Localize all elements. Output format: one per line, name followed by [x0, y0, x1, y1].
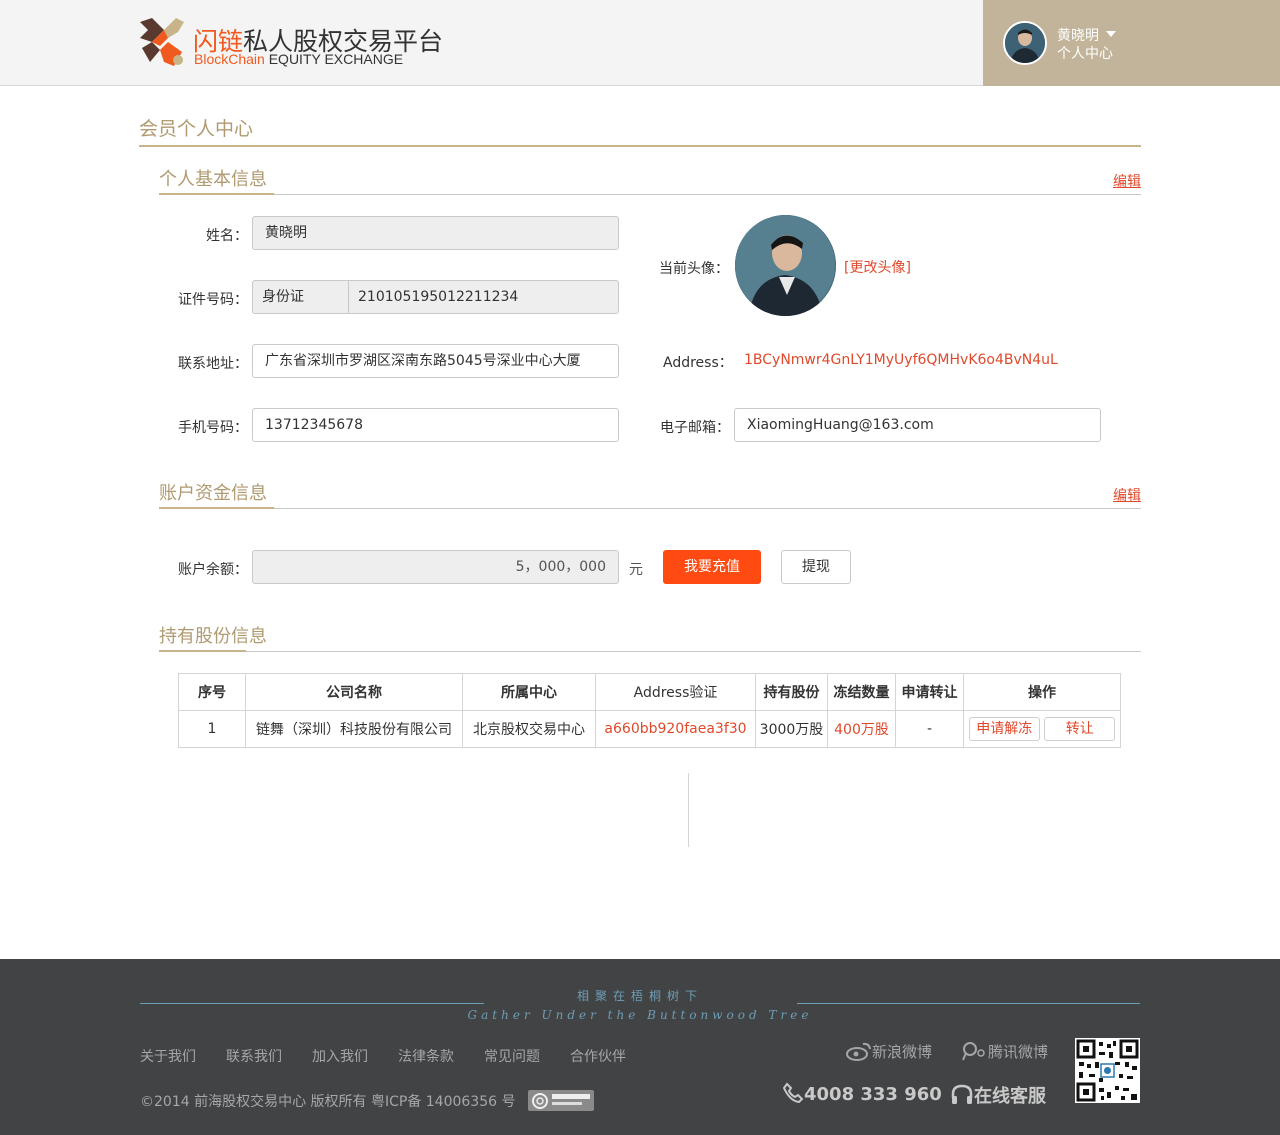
id-label: 证件号码： — [178, 292, 248, 308]
unfreeze-button[interactable]: 申请解冻 — [968, 717, 1040, 741]
user-menu[interactable]: 黄晓明 个人中心 — [983, 0, 1280, 86]
page-title-divider — [139, 145, 1141, 147]
cell-actions: 申请解冻 转让 — [963, 710, 1121, 748]
section-underline — [159, 507, 274, 509]
hotline: 4008 333 960 — [782, 1082, 942, 1105]
logo-en-highlight: BlockChain — [194, 51, 265, 67]
footer-link-faq[interactable]: 常见问题 — [484, 1046, 540, 1066]
page-title: 会员个人中心 — [139, 118, 254, 140]
col-header-address: Address验证 — [595, 673, 756, 711]
email-input[interactable]: XiaomingHuang@163.com — [734, 408, 1101, 442]
id-number: 210105195012211234 — [358, 289, 519, 305]
footer: 相聚在梧桐树下 Gather Under the Buttonwood Tree… — [0, 959, 1280, 1135]
avatar-label: 当前头像： — [659, 261, 729, 277]
blockchain-address-value: 1BCyNmwr4GnLY1MyUyf6QMHvK6o4BvN4uL — [744, 352, 1058, 368]
name-label: 姓名： — [206, 228, 248, 244]
cell-center: 北京股权交易中心 — [462, 710, 596, 748]
logo-title-en: BlockChain EQUITY EXCHANGE — [194, 51, 403, 67]
phone-icon — [782, 1082, 804, 1104]
divider-line — [688, 773, 689, 847]
cell-frozen: 400万股 — [827, 710, 896, 748]
footer-link-join[interactable]: 加入我们 — [312, 1046, 368, 1066]
avatar-portrait-icon — [735, 215, 836, 316]
cell-company: 链舞（深圳）科技股份有限公司 — [245, 710, 463, 748]
change-avatar-link[interactable]: [更改头像] — [844, 257, 911, 277]
edit-funds-link[interactable]: 编辑 — [1113, 485, 1141, 505]
footer-link-partners[interactable]: 合作伙伴 — [570, 1046, 626, 1066]
slogan-en: Gather Under the Buttonwood Tree — [467, 1008, 813, 1022]
balance-field: 5，000，000 — [252, 550, 619, 584]
id-field: 身份证 210105195012211234 — [252, 280, 619, 314]
footer-link-contact[interactable]: 联系我们 — [226, 1046, 282, 1066]
footer-link-legal[interactable]: 法律条款 — [398, 1046, 454, 1066]
cell-address: a660bb920faea3f30 — [595, 710, 756, 748]
col-header-held: 持有股份 — [755, 673, 828, 711]
section-underline — [159, 193, 274, 195]
top-header: 闪链私人股权交易平台 BlockChain EQUITY EXCHANGE 黄晓… — [0, 0, 1280, 86]
section-underline — [159, 650, 246, 652]
section-title-shares: 持有股份信息 — [159, 626, 267, 647]
phone-input[interactable]: 13712345678 — [252, 408, 619, 442]
hotline-number: 4008 333 960 — [804, 1084, 942, 1105]
col-header-transfer-apply: 申请转让 — [895, 673, 964, 711]
online-service-label: 在线客服 — [974, 1086, 1046, 1107]
footer-link-about[interactable]: 关于我们 — [140, 1046, 196, 1066]
id-type: 身份证 — [253, 281, 349, 313]
chevron-down-icon[interactable] — [1106, 31, 1116, 37]
cell-index: 1 — [178, 710, 246, 748]
user-avatar[interactable] — [1003, 21, 1047, 65]
col-header-frozen: 冻结数量 — [827, 673, 896, 711]
currency-unit: 元 — [629, 562, 643, 578]
blockchain-address-label: Address： — [663, 355, 733, 371]
avatar-portrait-icon — [1005, 23, 1045, 63]
table-header-row: 序号 公司名称 所属中心 Address验证 持有股份 冻结数量 申请转让 操作 — [178, 673, 1121, 711]
sina-weibo-link[interactable]: 新浪微博 — [846, 1041, 932, 1062]
cell-transfer-apply: - — [895, 710, 964, 748]
name-field: 黄晓明 — [252, 216, 619, 250]
trusted-site-badge-icon[interactable] — [528, 1090, 594, 1111]
section-title-basic: 个人基本信息 — [159, 169, 267, 190]
section-divider — [159, 508, 1141, 509]
online-service-link[interactable]: 在线客服 — [950, 1082, 1046, 1108]
logo-en-rest: EQUITY EXCHANGE — [268, 51, 404, 67]
copyright: ©2014 前海股权交易中心 版权所有 粤ICP备 14006356 号 — [140, 1094, 516, 1110]
contact-address-input[interactable]: 广东省深圳市罗湖区深南东路5045号深业中心大厦 — [252, 344, 619, 378]
tencent-weibo-link[interactable]: 腾讯微博 — [960, 1041, 1048, 1062]
recharge-button[interactable]: 我要充值 — [663, 550, 761, 584]
phone-label: 手机号码： — [178, 420, 248, 436]
col-header-actions: 操作 — [963, 673, 1121, 711]
user-name[interactable]: 黄晓明 — [1057, 25, 1099, 45]
email-label: 电子邮箱： — [660, 420, 730, 436]
table-row: 1 链舞（深圳）科技股份有限公司 北京股权交易中心 a660bb920faea3… — [178, 710, 1121, 748]
section-divider — [159, 194, 1141, 195]
sina-weibo-label: 新浪微博 — [872, 1043, 933, 1061]
slogan-cn: 相聚在梧桐树下 — [576, 989, 703, 1003]
edit-basic-link[interactable]: 编辑 — [1113, 171, 1141, 191]
section-title-funds: 账户资金信息 — [159, 483, 267, 504]
col-header-center: 所属中心 — [462, 673, 596, 711]
headset-icon — [951, 1084, 973, 1104]
cell-held: 3000万股 — [755, 710, 828, 748]
tencent-weibo-icon — [962, 1042, 985, 1061]
sina-weibo-icon — [846, 1042, 871, 1061]
logo-mark-icon — [140, 18, 184, 66]
withdraw-button[interactable]: 提现 — [781, 550, 851, 584]
shares-table: 序号 公司名称 所属中心 Address验证 持有股份 冻结数量 申请转让 操作… — [178, 673, 1121, 748]
col-header-index: 序号 — [178, 673, 246, 711]
contact-address-label: 联系地址： — [178, 356, 248, 372]
section-divider — [159, 651, 1141, 652]
user-center-link[interactable]: 个人中心 — [1057, 43, 1113, 63]
current-avatar — [735, 215, 836, 316]
tencent-weibo-label: 腾讯微博 — [988, 1043, 1049, 1061]
col-header-company: 公司名称 — [245, 673, 463, 711]
transfer-button[interactable]: 转让 — [1044, 717, 1116, 741]
qr-code-icon — [1075, 1038, 1140, 1103]
balance-label: 账户余额： — [178, 562, 248, 578]
